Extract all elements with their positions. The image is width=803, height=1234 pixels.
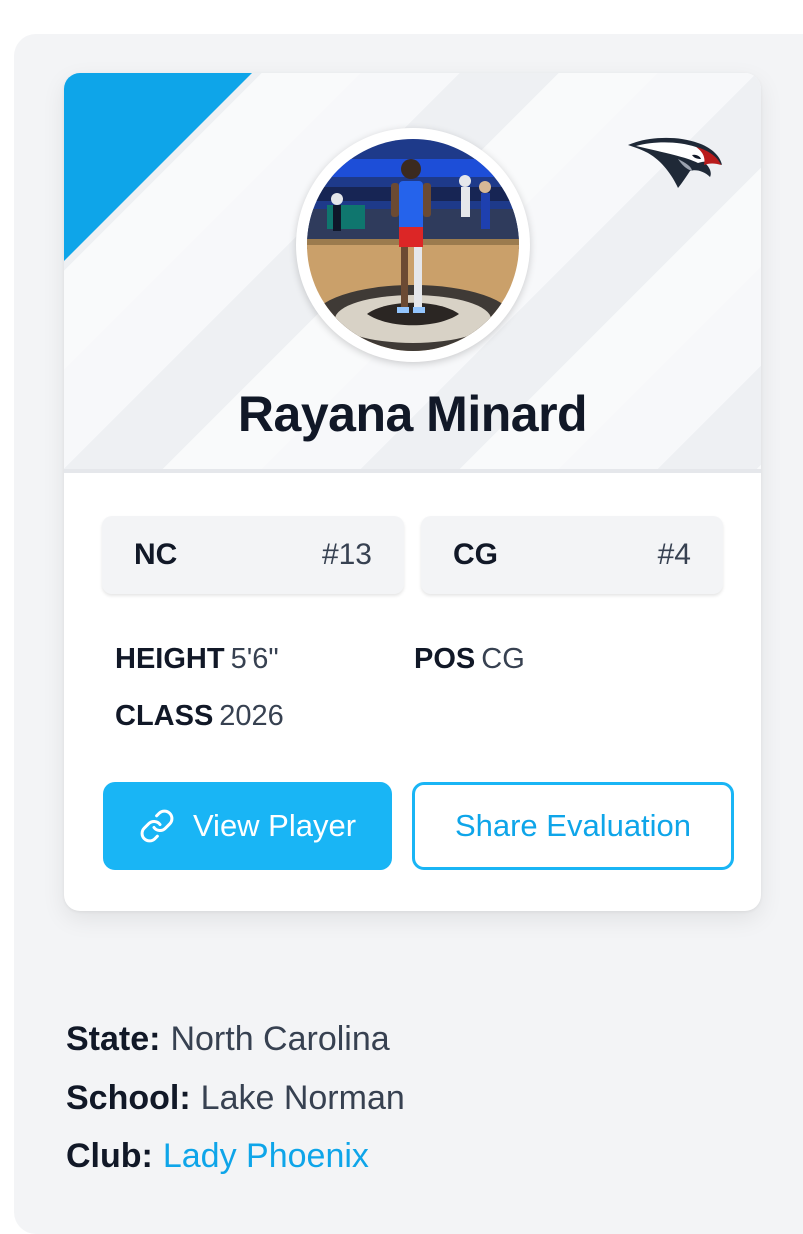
club-info: Club: Lady Phoenix xyxy=(66,1137,369,1176)
school-info: School: Lake Norman xyxy=(66,1079,405,1118)
height-label: HEIGHT xyxy=(115,643,225,675)
corner-accent xyxy=(64,73,252,261)
height-stat: HEIGHT 5'6" xyxy=(115,643,279,676)
class-label: CLASS xyxy=(115,700,214,732)
card-header: Rayana Minard xyxy=(64,73,761,473)
eagle-head-logo xyxy=(628,137,722,188)
state-info: State: North Carolina xyxy=(66,1020,390,1059)
view-player-label: View Player xyxy=(192,808,357,843)
position-rank-chip: CG #4 xyxy=(421,516,723,594)
height-value: 5'6" xyxy=(230,643,279,675)
avatar xyxy=(296,128,530,362)
state-value: North Carolina xyxy=(170,1020,390,1058)
view-player-button[interactable]: View Player xyxy=(103,782,392,870)
player-photo xyxy=(307,139,519,351)
link-icon xyxy=(139,808,175,844)
position-rank-label: CG xyxy=(453,538,498,571)
position-value: CG xyxy=(481,643,525,675)
school-value: Lake Norman xyxy=(200,1079,405,1117)
club-link[interactable]: Lady Phoenix xyxy=(163,1137,369,1175)
state-rank-label: NC xyxy=(134,538,178,571)
state-rank-number: #13 xyxy=(321,538,372,571)
state-rank-chip: NC #13 xyxy=(102,516,404,594)
position-stat: POS CG xyxy=(414,643,525,676)
player-name: Rayana Minard xyxy=(237,386,588,442)
class-value: 2026 xyxy=(219,700,284,732)
club-label: Club: xyxy=(66,1137,153,1175)
position-rank-number: #4 xyxy=(657,538,691,571)
school-label: School: xyxy=(66,1079,191,1117)
class-stat: CLASS 2026 xyxy=(115,700,284,733)
position-label: POS xyxy=(414,643,476,675)
player-card: Rayana Minard NC #13 CG #4 HEIGHT 5'6" PO… xyxy=(64,73,761,911)
share-evaluation-button[interactable]: Share Evaluation xyxy=(412,782,734,870)
state-label: State: xyxy=(66,1020,161,1058)
share-evaluation-label: Share Evaluation xyxy=(454,808,692,843)
